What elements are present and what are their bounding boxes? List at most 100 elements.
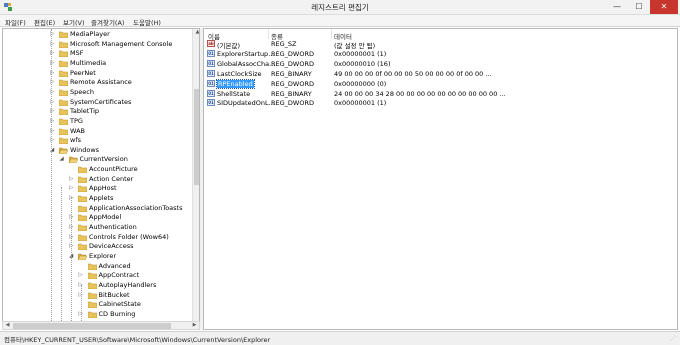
scroll-up-arrow-icon[interactable]: ▲ [193, 29, 199, 37]
folder-icon [58, 118, 69, 126]
value-name[interactable]: GlobalAssocCha... [217, 60, 275, 68]
menu-edit[interactable]: 편집(E) [34, 17, 55, 27]
tree-item[interactable]: ▷ MSF [3, 49, 191, 59]
tree-guide-line [71, 197, 72, 329]
registry-values-list[interactable]: 이름 종류 데이터 ab (기본값) REG_SZ (값 설정 안 됨) 01 Explo… [203, 28, 678, 330]
tree-item[interactable]: ▷ Remote Assistance [3, 78, 191, 88]
value-row[interactable]: ab (기본값) REG_SZ (값 설정 안 됨) [204, 39, 674, 50]
value-name[interactable]: ShellState [217, 90, 250, 98]
value-name[interactable]: SIDUpdatedOnL... [217, 99, 275, 107]
tree-guide-line [51, 29, 52, 329]
scroll-right-arrow-icon[interactable]: ▶ [190, 322, 199, 330]
expand-arrow-icon[interactable]: ▷ [79, 272, 83, 278]
collapse-arrow-icon[interactable]: ◢ [60, 156, 64, 162]
tree-item[interactable]: ◢ CurrentVersion [3, 155, 191, 165]
tree-item[interactable]: ▷ Speech [3, 88, 191, 98]
tree-item-label: Action Center [89, 174, 134, 183]
tree-item-label: AutoplayHandlers [98, 280, 157, 289]
tree-item[interactable]: Advanced [3, 262, 191, 272]
tree-item[interactable]: ▷ DeviceAccess [3, 242, 191, 252]
tree-item[interactable]: ▷ Applets [3, 194, 191, 204]
folder-icon [58, 128, 69, 135]
value-row[interactable]: 01 RPEnabled REG_DWORD 0x00000000 (0) [204, 78, 674, 89]
scroll-left-arrow-icon[interactable]: ◀ [3, 322, 12, 330]
tree-hscroll-thumb[interactable] [13, 323, 171, 329]
expand-arrow-icon[interactable]: ▷ [69, 185, 73, 191]
tree-item[interactable]: ▷ Multimedia [3, 59, 191, 69]
value-type: REG_SZ [271, 40, 297, 48]
tree-item-label: Microsoft Management Console [70, 39, 173, 48]
folder-icon [87, 263, 97, 270]
value-data: 0x00000001 (1) [334, 49, 387, 58]
value-data: 0x00000000 (0) [334, 79, 387, 88]
value-row[interactable]: 01 ExplorerStartup... REG_DWORD 0x00000001 … [204, 49, 674, 59]
folder-icon [77, 195, 88, 203]
tree-item[interactable]: AccountPicture [3, 165, 191, 175]
tree-item[interactable]: ▷ Microsoft Management Console [3, 40, 191, 50]
tree-item[interactable]: ▷ MediaPlayer [3, 30, 191, 40]
tree-item[interactable]: ▷ Controls Folder (Wow64) [3, 233, 191, 243]
tree-item[interactable]: ▷ wfs [3, 136, 191, 146]
folder-icon [87, 311, 97, 319]
tree-item[interactable]: CabinetState [3, 300, 191, 310]
registry-key-tree[interactable]: ▷CLSID▷CD BurningCabinetState▷BitBucket▷… [2, 28, 200, 330]
folder-icon [87, 282, 97, 290]
tree-item[interactable]: ▷ CD Burning [3, 310, 191, 320]
tree-item[interactable]: ▷ WAB [3, 127, 191, 137]
tree-item[interactable]: ▷ SystemCertificates [3, 98, 191, 108]
value-name[interactable]: RPEnabled [216, 78, 255, 89]
folder-icon [58, 108, 69, 116]
folder-icon [58, 89, 69, 97]
title-bar: 레지스트리 편집기 — ☐ ✕ [0, 0, 680, 15]
folder-icon [77, 214, 88, 222]
menu-view[interactable]: 보기(V) [63, 17, 84, 27]
folder-icon [77, 224, 88, 232]
resize-grip-icon[interactable]: ⋰ [670, 335, 678, 343]
folder-icon [58, 50, 69, 58]
tree-item[interactable]: ◢ Explorer [3, 252, 191, 262]
menu-bar: 파일(F) 편집(E) 보기(V) 즐겨찾기(A) 도움말(H) [0, 15, 680, 27]
tree-item[interactable]: ▷ Action Center [3, 175, 191, 185]
tree-item[interactable]: ▷ AppHost [3, 184, 191, 194]
column-divider[interactable] [268, 29, 269, 39]
tree-item[interactable]: ◢ Windows [3, 146, 191, 156]
value-row[interactable]: 01 LastClockSize REG_BINARY 49 00 00 00 0f … [204, 69, 674, 79]
binary-value-icon: 01 [207, 79, 215, 87]
tree-item-label: CabinetState [98, 300, 141, 309]
close-button[interactable]: ✕ [650, 0, 678, 14]
menu-help[interactable]: 도움말(H) [133, 17, 161, 27]
tree-item[interactable]: ▷ PeerNet [3, 69, 191, 79]
tree-item[interactable]: ▷ AppContract [3, 271, 191, 281]
minimize-button[interactable]: — [606, 0, 628, 14]
tree-guide-line [61, 187, 62, 329]
menu-favorites[interactable]: 즐겨찾기(A) [91, 17, 124, 27]
value-type: REG_DWORD [271, 59, 314, 68]
binary-value-icon: 01 [207, 49, 215, 57]
tree-item-label: ApplicationAssociationToasts [89, 203, 183, 212]
tree-item[interactable]: ▷ AppModel [3, 213, 191, 223]
tree-item-label: AppHost [89, 184, 117, 193]
value-name[interactable]: LastClockSize [217, 70, 262, 78]
tree-item[interactable]: ▷ TabletTip [3, 107, 191, 117]
value-row[interactable]: 01 GlobalAssocCha... REG_DWORD 0x00000010 (… [204, 59, 674, 69]
folder-icon [77, 176, 88, 183]
tree-item-label: AppModel [89, 213, 122, 222]
column-divider[interactable] [331, 29, 332, 39]
menu-file[interactable]: 파일(F) [5, 17, 26, 27]
folder-icon [77, 185, 88, 193]
tree-item[interactable]: ApplicationAssociationToasts [3, 204, 191, 214]
open-folder-icon [68, 156, 78, 164]
tree-item[interactable]: ▷ Authentication [3, 223, 191, 233]
tree-horizontal-scrollbar[interactable]: ◀ ▶ [2, 321, 200, 330]
maximize-button[interactable]: ☐ [628, 0, 650, 14]
tree-item[interactable]: ▷ TPG [3, 117, 191, 127]
value-name[interactable]: ExplorerStartup... [217, 50, 274, 58]
value-row[interactable]: 01 ShellState REG_BINARY 24 00 00 00 34 28 … [204, 89, 674, 99]
value-row[interactable]: 01 SIDUpdatedOnL... REG_DWORD 0x00000001 (1… [204, 98, 674, 108]
tree-item-label: Applets [89, 194, 114, 203]
tree-item[interactable]: ▷ BitBucket [3, 291, 191, 301]
tree-item-label: BitBucket [98, 290, 130, 299]
tree-vertical-scrollbar[interactable]: ▲ ▼ [192, 29, 199, 329]
tree-item[interactable]: ▷ AutoplayHandlers [3, 281, 191, 291]
expand-arrow-icon[interactable]: ▷ [69, 176, 73, 182]
